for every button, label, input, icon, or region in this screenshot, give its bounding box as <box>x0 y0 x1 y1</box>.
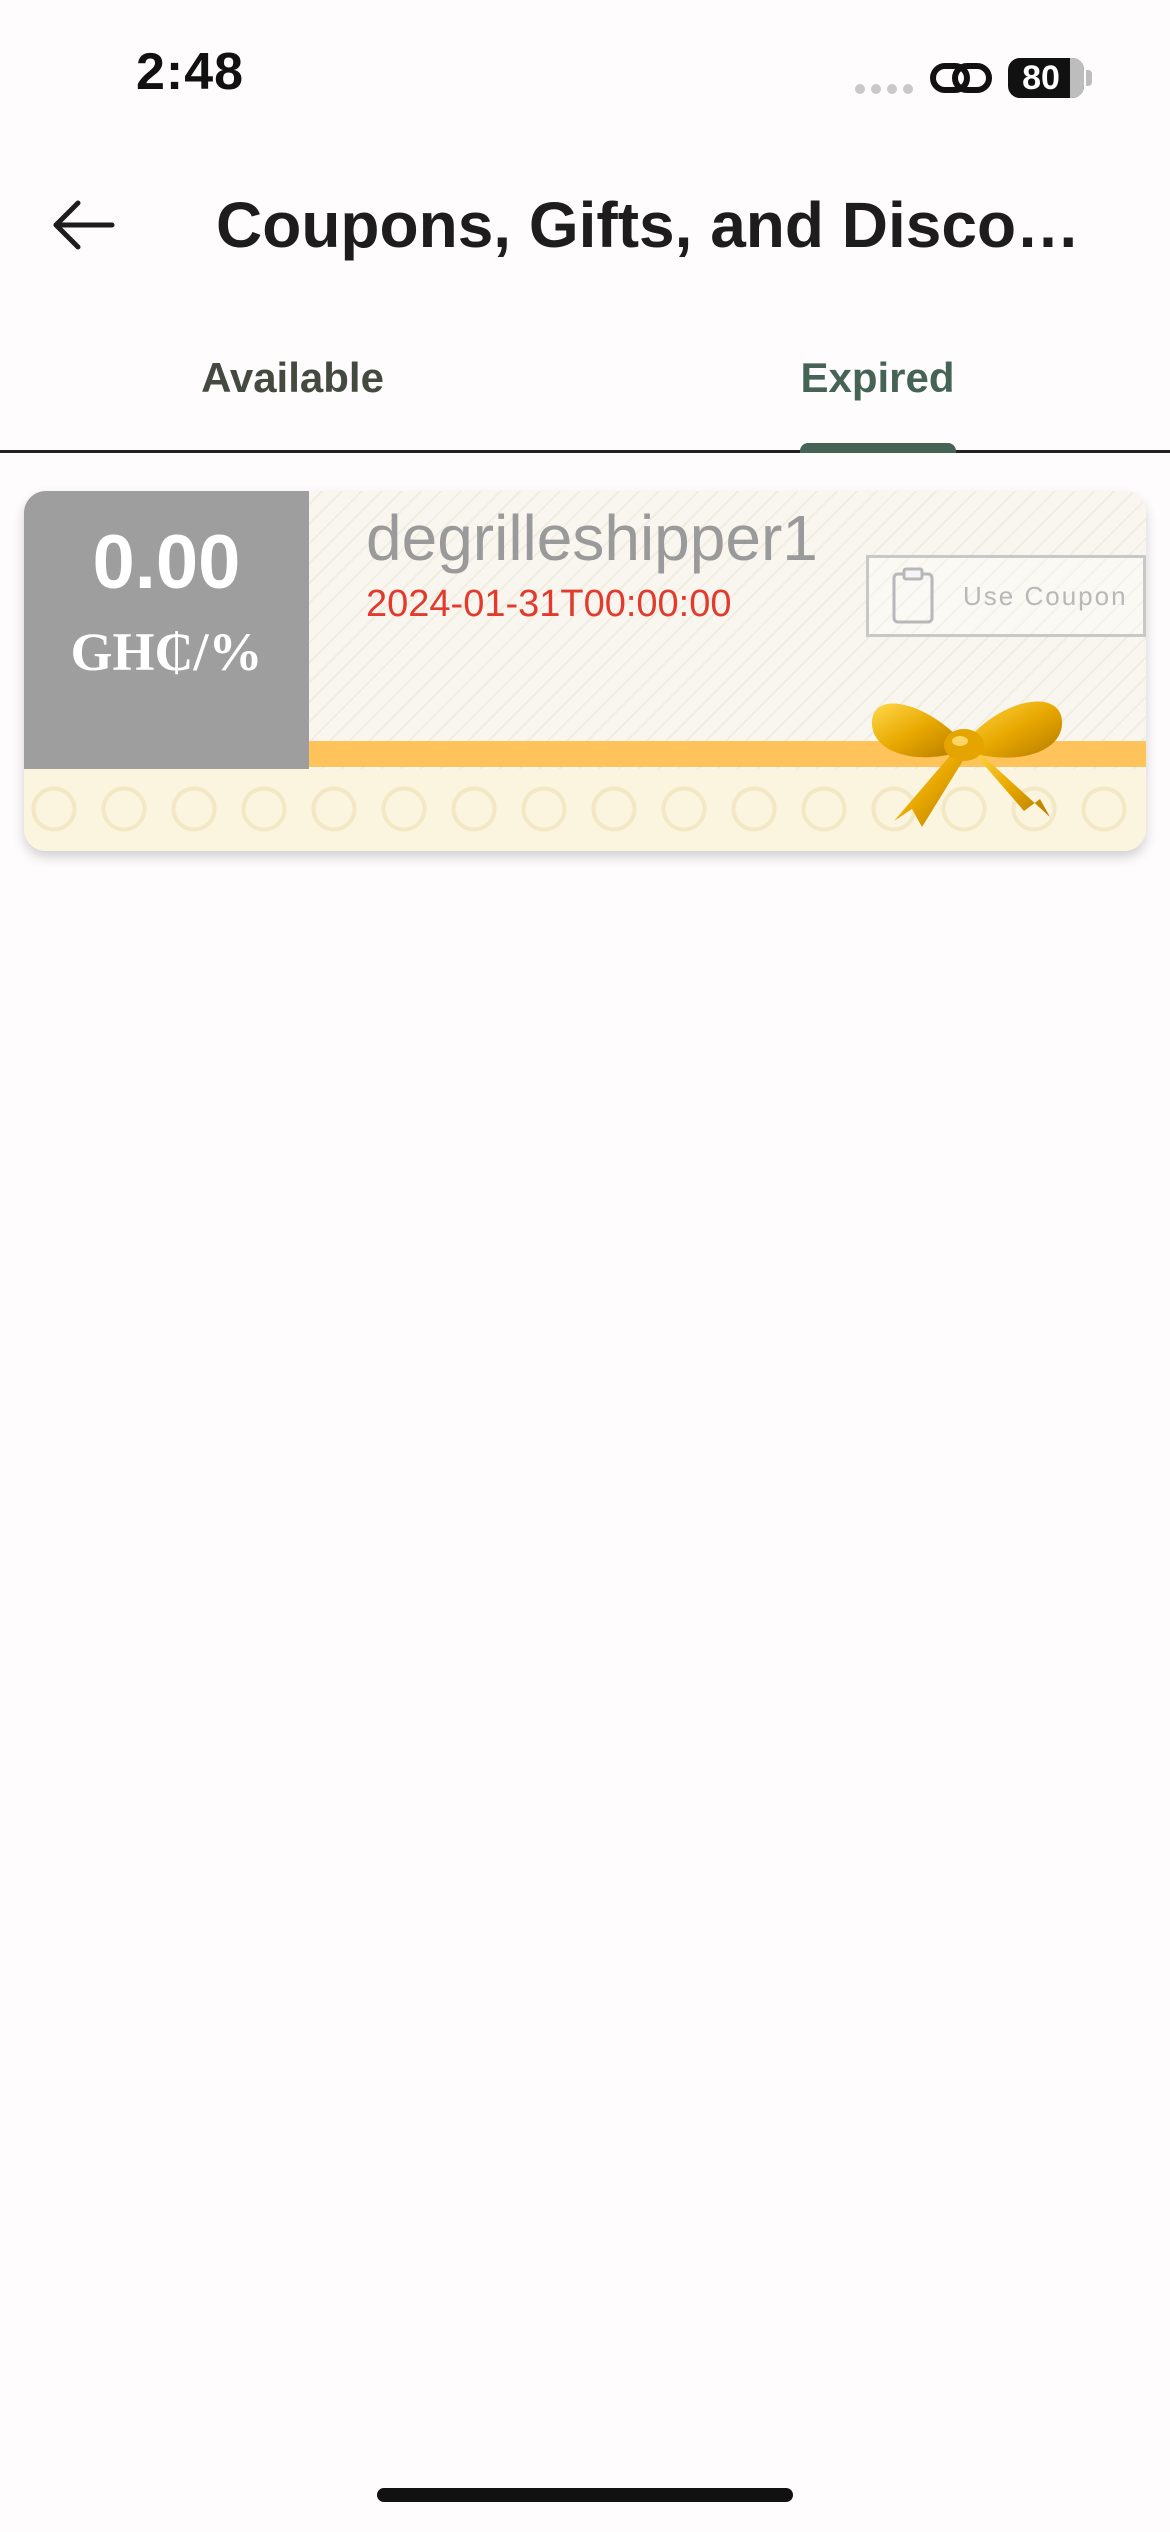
link-icon <box>930 63 992 93</box>
back-arrow-icon <box>53 200 115 250</box>
app-header: Coupons, Gifts, and Disco… <box>0 160 1170 290</box>
tab-expired[interactable]: Expired <box>585 330 1170 450</box>
tab-expired-label: Expired <box>800 354 955 401</box>
signal-dots-icon <box>855 84 915 94</box>
battery-icon: 80 <box>1008 58 1084 98</box>
status-bar: 2:48 80 <box>0 0 1170 140</box>
coupon-card[interactable]: 0.00 GH₵/% degrilleshipper1 2024-01-31T0… <box>24 491 1146 851</box>
use-coupon-label: Use Coupon <box>963 580 1128 611</box>
home-indicator[interactable] <box>377 2488 793 2502</box>
coupon-amount-block: 0.00 GH₵/% <box>24 491 309 769</box>
battery-cap <box>1086 70 1092 86</box>
coupon-amount-unit: GH₵/% <box>70 622 263 682</box>
coupon-name: degrilleshipper1 <box>366 502 818 574</box>
tab-indicator <box>800 443 956 453</box>
page-title: Coupons, Gifts, and Disco… <box>216 189 1081 261</box>
battery-level: 80 <box>1022 58 1060 97</box>
clipboard-icon <box>892 567 934 624</box>
tab-available-label: Available <box>201 354 384 401</box>
tab-bar: Available Expired <box>0 330 1170 453</box>
coupon-amount: 0.00 <box>92 520 241 605</box>
back-button[interactable] <box>44 190 124 260</box>
use-coupon-button[interactable]: Use Coupon <box>866 555 1146 637</box>
status-time: 2:48 <box>136 43 245 101</box>
tab-available[interactable]: Available <box>0 330 585 450</box>
gift-bow-icon <box>871 701 1063 827</box>
coupon-expiry-date: 2024-01-31T00:00:00 <box>366 583 732 625</box>
